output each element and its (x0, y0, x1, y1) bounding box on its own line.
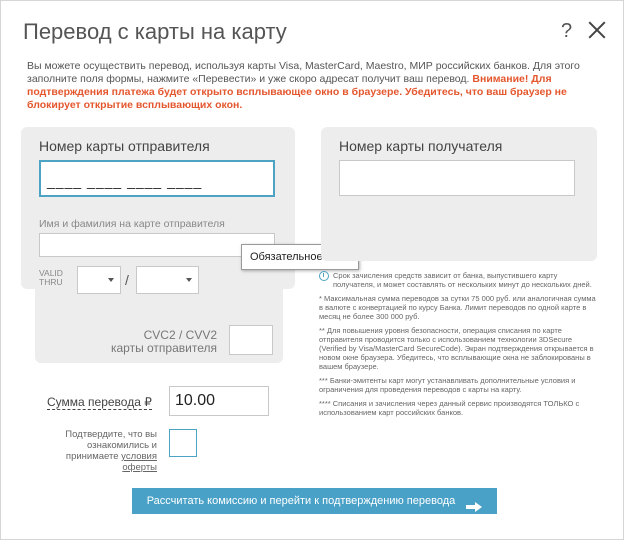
sender-card-title: Номер карты отправителя (39, 138, 210, 154)
valid-thru-label: VALID THRU (39, 269, 63, 287)
sender-card-number-mask: ____ ____ ____ ____ (47, 173, 203, 189)
sender-name-label: Имя и фамилия на карте отправителя (39, 218, 225, 230)
time-note-text: Срок зачисления средств зависит от банка… (333, 271, 592, 289)
amount-label[interactable]: Сумма перевода ₽ (47, 395, 152, 410)
valid-thru-line2: THRU (39, 277, 63, 287)
cvc-label: CVC2 / CVV2 карты отправителя (89, 329, 217, 355)
chevron-down-icon (108, 278, 114, 282)
expiry-year-select[interactable] (136, 266, 199, 294)
date-separator: / (125, 272, 129, 288)
info-note-2: ** Для повышения уровня безопасности, оп… (319, 326, 594, 371)
offer-terms-link[interactable]: условия оферты (121, 451, 157, 473)
close-icon[interactable] (585, 18, 609, 42)
calculate-commission-label: Рассчитать комиссию и перейти к подтверж… (146, 495, 456, 507)
sender-card-number-input[interactable]: ____ ____ ____ ____ (39, 160, 275, 197)
help-icon[interactable]: ? (561, 20, 572, 43)
time-note: Срок зачисления средств зависит от банка… (319, 271, 599, 289)
cvc-input[interactable] (229, 325, 273, 355)
chevron-down-icon (186, 278, 192, 282)
sender-name-input[interactable] (39, 233, 275, 257)
transfer-dialog: Перевод с карты на карту ? Вы можете осу… (0, 0, 624, 540)
info-notes: Срок зачисления средств зависит от банка… (319, 271, 599, 422)
dialog-title: Перевод с карты на карту (23, 19, 287, 44)
info-note-3: *** Банки-эмитенты карт могут устанавлив… (319, 376, 576, 394)
calculate-commission-button[interactable]: Рассчитать комиссию и перейти к подтверж… (132, 488, 497, 514)
cvc-label-line2: карты отправителя (110, 341, 217, 355)
info-note-1: * Максимальная сумма переводов за сутки … (319, 294, 596, 321)
amount-input[interactable]: 10.00 (169, 386, 269, 416)
expiry-month-select[interactable] (77, 266, 121, 294)
clock-icon (319, 271, 329, 281)
receiver-card-title: Номер карты получателя (339, 138, 503, 154)
offer-agreement-label: Подтвердите, что вы ознакомились и прини… (37, 429, 157, 473)
receiver-card-number-input[interactable] (339, 160, 575, 196)
offer-agreement-checkbox[interactable] (169, 429, 197, 457)
intro-text: Вы можете осуществить перевод, используя… (27, 60, 599, 112)
arrow-right-icon (466, 496, 483, 513)
info-note-4: **** Списания и зачисления через данный … (319, 399, 580, 417)
